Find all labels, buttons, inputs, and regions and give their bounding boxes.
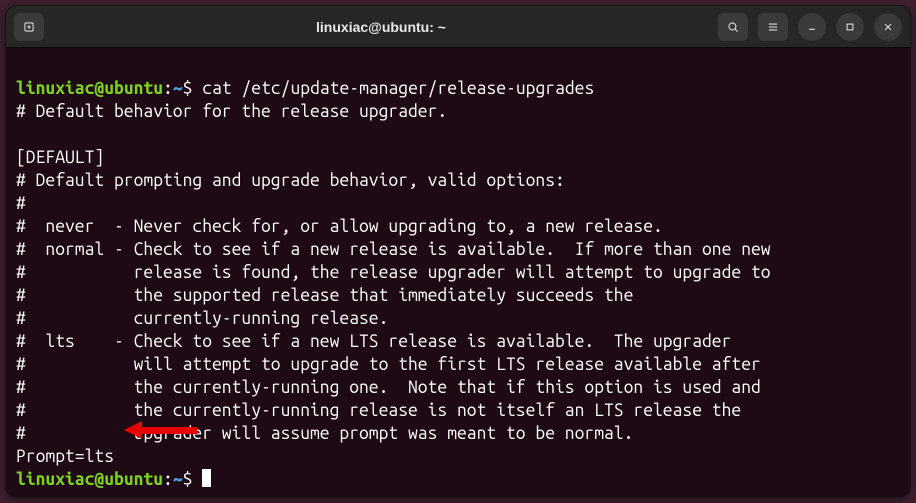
prompt-colon: : bbox=[163, 79, 173, 98]
prompt-symbol: $ bbox=[183, 470, 193, 489]
prompt-user: linuxiac bbox=[16, 79, 94, 98]
minimize-button[interactable] bbox=[798, 13, 826, 41]
output-line: # will attempt to upgrade to the first L… bbox=[16, 355, 761, 374]
prompt-path: ~ bbox=[173, 470, 183, 489]
arrow-shaft bbox=[142, 427, 197, 434]
search-button[interactable] bbox=[718, 13, 748, 41]
typed-command: cat /etc/update-manager/release-upgrades bbox=[202, 79, 594, 98]
hamburger-icon bbox=[766, 20, 780, 34]
output-line: # the currently-running release is not i… bbox=[16, 401, 741, 420]
cursor bbox=[202, 469, 211, 487]
prompt-at: @ bbox=[94, 470, 104, 489]
titlebar: linuxiac@ubuntu: ~ bbox=[6, 6, 910, 48]
output-line: # Default behavior for the release upgra… bbox=[16, 102, 447, 121]
output-line: # release is found, the release upgrader… bbox=[16, 263, 771, 282]
search-icon bbox=[726, 20, 740, 34]
prompt-symbol: $ bbox=[183, 79, 193, 98]
titlebar-right-group bbox=[718, 13, 902, 41]
maximize-button[interactable] bbox=[836, 13, 864, 41]
prompt-colon: : bbox=[163, 470, 173, 489]
new-tab-icon bbox=[22, 20, 36, 34]
minimize-icon bbox=[805, 20, 819, 34]
menu-button[interactable] bbox=[758, 13, 788, 41]
close-icon bbox=[881, 20, 895, 34]
output-line: # Default prompting and upgrade behavior… bbox=[16, 171, 565, 190]
prompt-at: @ bbox=[94, 79, 104, 98]
output-line: # currently-running release. bbox=[16, 309, 388, 328]
output-line: # upgrader will assume prompt was meant … bbox=[16, 424, 633, 443]
prompt-path: ~ bbox=[173, 79, 183, 98]
titlebar-left-group bbox=[14, 13, 44, 41]
prompt-user: linuxiac bbox=[16, 470, 94, 489]
new-tab-button[interactable] bbox=[14, 13, 44, 41]
arrow-left-icon bbox=[124, 421, 142, 439]
output-line: # lts - Check to see if a new LTS releas… bbox=[16, 332, 731, 351]
maximize-icon bbox=[843, 20, 857, 34]
prompt-host: ubuntu bbox=[104, 79, 163, 98]
output-line: # never - Never check for, or allow upgr… bbox=[16, 217, 663, 236]
output-line: # normal - Check to see if a new release… bbox=[16, 240, 771, 259]
output-line: # bbox=[16, 194, 26, 213]
prompt-host: ubuntu bbox=[104, 470, 163, 489]
output-line-prompt-setting: Prompt=lts bbox=[16, 447, 114, 466]
annotation-arrow bbox=[124, 421, 197, 439]
output-line: # the supported release that immediately… bbox=[16, 286, 633, 305]
window-title: linuxiac@ubuntu: ~ bbox=[44, 19, 718, 35]
close-button[interactable] bbox=[874, 13, 902, 41]
terminal-body[interactable]: linuxiac@ubuntu:~$ cat /etc/update-manag… bbox=[6, 48, 910, 498]
output-line: # the currently-running one. Note that i… bbox=[16, 378, 761, 397]
output-line: [DEFAULT] bbox=[16, 148, 104, 167]
terminal-window: linuxiac@ubuntu: ~ linuxiac@ubuntu:~$ ca… bbox=[5, 5, 911, 498]
